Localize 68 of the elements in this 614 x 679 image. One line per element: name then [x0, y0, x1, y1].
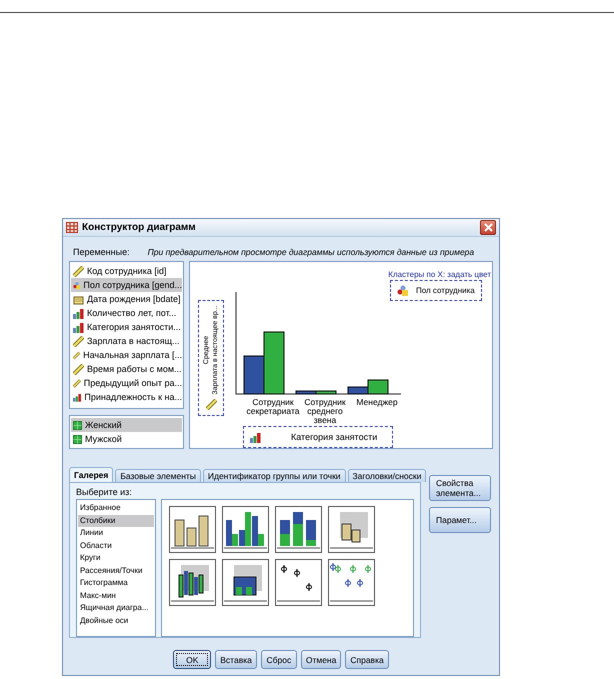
value-swatch-icon [73, 434, 82, 444]
legend-drop-zone[interactable]: Пол сотрудника [390, 280, 482, 301]
nominal-variable-icon [397, 285, 408, 296]
value-item[interactable]: Мужской [71, 432, 182, 446]
dialog-button[interactable]: Отмена [300, 650, 342, 669]
error-bar-thumbnail-drawing[interactable] [275, 559, 322, 606]
ruler-icon [73, 336, 84, 346]
variable-item[interactable]: Начальная зарплата [... [71, 348, 182, 362]
value-item[interactable]: Женский [71, 418, 182, 432]
chart-type-item[interactable]: Макс-мин [78, 590, 154, 602]
side-button[interactable]: Парамет... [429, 507, 491, 533]
variable-item[interactable]: Время работы с мом... [71, 362, 182, 376]
3d-bar-thumbnail-drawing[interactable] [328, 506, 375, 553]
category-label: Сотрудник секретариата [246, 398, 300, 416]
dialog-button[interactable]: Вставка [215, 650, 257, 669]
ruler-icon [73, 364, 84, 374]
tab[interactable]: Заголовки/сноски [348, 469, 426, 482]
dialog-button[interactable]: OK [173, 650, 212, 669]
choose-from-label: Выберите из: [76, 487, 133, 497]
variable-item[interactable]: Принадлежность к на... [71, 390, 182, 404]
variable-item[interactable]: Предыдущий опыт ра... [71, 376, 182, 390]
value-swatch-icon [73, 420, 82, 430]
simple-bar-thumbnail-drawing[interactable] [169, 506, 216, 553]
chart-type-item[interactable]: Области [78, 540, 154, 552]
dialog-button[interactable]: Справка [345, 650, 389, 669]
chart-type-item[interactable]: Линии [78, 527, 154, 540]
bar-chart-icon [73, 392, 82, 402]
x-axis-drop-zone[interactable]: Категория занятости [243, 426, 393, 448]
stacked-bar-thumbnail-drawing[interactable] [275, 506, 322, 553]
chart-type-item[interactable]: Рассеяния/Точки [78, 564, 154, 577]
chart-type-item[interactable]: Столбики [78, 514, 154, 527]
clustered-bar-thumbnail-drawing[interactable] [222, 506, 269, 553]
tab[interactable]: Галерея [69, 467, 114, 482]
variable-item[interactable]: Дата рождения [bdate] [71, 292, 182, 306]
variables-label: Переменные: [73, 247, 130, 257]
chart-type-item[interactable]: Гистограмма [78, 577, 154, 590]
table-icon [66, 222, 78, 233]
variable-item[interactable]: Количество лет, пот... [71, 306, 182, 320]
chart-type-item[interactable]: Ящичная диагра... [78, 602, 154, 614]
close-button[interactable] [480, 220, 496, 235]
cluster-drop-label: Кластеры по X: задать цвет [388, 270, 491, 279]
bar-chart-icon [73, 322, 84, 332]
window-title: Конструктор диаграмм [82, 222, 197, 233]
clustered-error-bar-thumbnail-drawing[interactable] [328, 559, 375, 606]
variable-item[interactable]: Пол сотрудника [gend... [71, 278, 182, 292]
ruler-icon [206, 399, 217, 410]
bar-chart-icon [73, 308, 84, 318]
dialog-button[interactable]: Сброс [260, 650, 297, 669]
tab[interactable]: Базовые элементы [115, 469, 201, 482]
preview-note: При предварительном просмотре диаграммы используются данные из примера [148, 247, 474, 257]
chart-type-item[interactable]: Круги [78, 552, 154, 564]
variable-item[interactable]: Категория занятости... [71, 320, 182, 334]
category-label: Менеджер [355, 398, 399, 407]
3d-stacked-bar-thumbnail-drawing[interactable] [222, 559, 269, 606]
close-icon [484, 223, 492, 232]
side-button[interactable]: Свойства элемента... [429, 475, 491, 501]
variable-item[interactable]: Код сотрудника [id] [71, 264, 182, 278]
chart-type-item[interactable]: Двойные оси [78, 614, 154, 627]
chart-type-item[interactable]: Избранное [78, 502, 154, 514]
3d-clustered-bar-thumbnail-drawing[interactable] [169, 559, 216, 606]
ruler-icon [73, 350, 80, 360]
bar-chart-icon [250, 432, 261, 442]
nominal-variable-icon [73, 280, 80, 290]
ruler-icon [73, 378, 81, 388]
ruler-icon [73, 266, 84, 276]
calendar-icon [73, 294, 84, 304]
tab[interactable]: Идентификатор группы или точки [202, 469, 346, 482]
variable-item[interactable]: Зарплата в настоящ... [71, 334, 182, 348]
